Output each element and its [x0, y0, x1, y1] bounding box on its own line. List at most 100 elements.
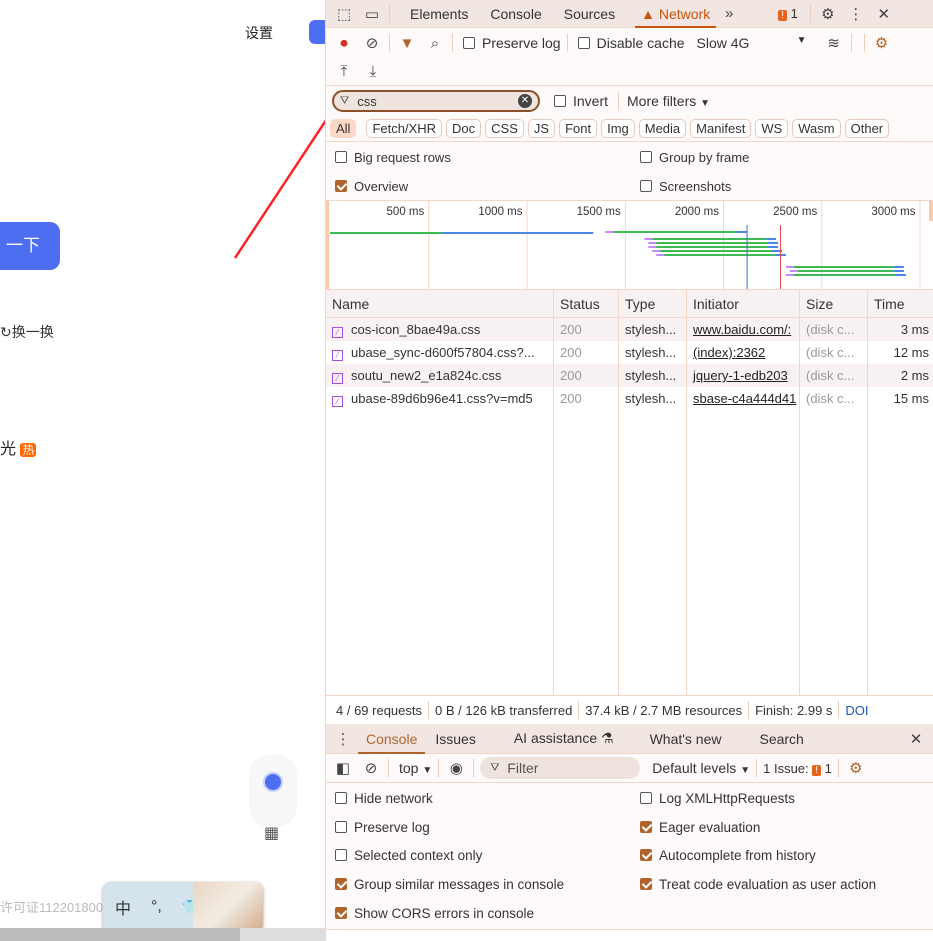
cell-size: (disk c... — [800, 341, 868, 364]
drawer-tab-whats-new[interactable]: What's new — [650, 731, 722, 747]
type-filter-ws[interactable]: WS — [755, 119, 789, 138]
cell-time: 3 ms — [868, 318, 933, 341]
column-status[interactable]: Status — [554, 290, 619, 319]
table-row[interactable]: ⁄ ubase-89d6b96e41.css?v=md5 200 stylesh...… — [326, 387, 933, 410]
cell-size: (disk c... — [800, 387, 868, 410]
disable-cache-checkbox[interactable]: Disable cache — [577, 35, 685, 51]
tab-sources[interactable]: Sources — [564, 6, 615, 22]
console-setting-checkbox[interactable]: Eager evaluation — [640, 820, 760, 835]
table-row[interactable]: ⁄ soutu_new2_e1a824c.css 200 stylesh... jque… — [326, 364, 933, 387]
sidebar-toggle-icon[interactable]: ◧ — [332, 757, 354, 779]
type-filter-img[interactable]: Img — [601, 119, 635, 138]
cell-initiator[interactable]: sbase-c4a444d41 — [687, 387, 800, 410]
more-filters-label: More filters — [627, 93, 697, 109]
network-options: Big request rows Group by frame Overview… — [326, 143, 933, 200]
column-size[interactable]: Size — [800, 290, 868, 319]
cell-initiator[interactable]: jquery-1-edb203 — [687, 364, 800, 387]
drawer-tab-search[interactable]: Search — [759, 731, 803, 747]
drawer-tab-console[interactable]: Console — [358, 724, 426, 754]
type-filter-media[interactable]: Media — [638, 119, 687, 138]
console-filter-input[interactable]: ⛛ Filter — [480, 757, 641, 779]
close-drawer-icon[interactable]: ✕ — [905, 728, 927, 750]
more-options-icon[interactable]: ⋮ — [845, 3, 867, 25]
console-setting-checkbox[interactable]: Treat code evaluation as user action — [640, 877, 876, 892]
type-filter-font[interactable]: Font — [559, 119, 598, 138]
stylesheet-icon: ⁄ — [332, 327, 343, 338]
web-page: 设置 一下 ↻换一换 光 热 ▦ 许可证1122018000 中 °, 👕 — [0, 0, 325, 941]
table-row[interactable]: ⁄ ubase_sync-d600f57804.css?... 200 stylesh… — [326, 341, 933, 364]
type-filter-fetchxhr[interactable]: Fetch/XHR — [366, 119, 443, 138]
console-setting-checkbox[interactable]: Group similar messages in console — [335, 877, 564, 892]
table-row[interactable]: ⁄ cos-icon_8bae49a.css 200 stylesh... www.ba… — [326, 318, 933, 341]
console-settings-icon[interactable]: ⚙ — [845, 757, 867, 779]
timeline-gridline — [919, 201, 921, 290]
type-filter-doc[interactable]: Doc — [446, 119, 482, 138]
console-setting-checkbox[interactable]: Preserve log — [335, 820, 430, 835]
clear-icon[interactable]: ⊘ — [361, 32, 383, 54]
filter-input[interactable]: ⛛ css ✕ — [332, 90, 540, 112]
console-setting-checkbox[interactable]: Show CORS errors in console — [335, 906, 534, 921]
group-frame-checkbox[interactable]: Group by frame — [640, 150, 749, 165]
network-settings-icon[interactable]: ⚙ — [871, 32, 893, 54]
console-setting-label: Eager evaluation — [659, 819, 761, 835]
cell-name-text: cos-icon_8bae49a.css — [351, 322, 481, 337]
tab-console[interactable]: Console — [490, 6, 541, 22]
console-setting-checkbox[interactable]: Log XMLHttpRequests — [640, 791, 795, 806]
search-icon[interactable]: ⌕ — [424, 32, 446, 54]
timeline-tick: 2000 ms — [674, 206, 719, 218]
type-filter-css[interactable]: CSS — [485, 119, 524, 138]
cell-size-text: (disk c... — [806, 368, 855, 383]
tab-network[interactable]: ▲ Network — [635, 0, 717, 28]
type-filter-manifest[interactable]: Manifest — [690, 119, 752, 138]
timeline-gridline — [428, 201, 430, 290]
console-setting-checkbox[interactable]: Selected context only — [335, 848, 482, 863]
console-setting-checkbox[interactable]: Hide network — [335, 791, 433, 806]
tab-elements[interactable]: Elements — [410, 6, 468, 22]
device-toolbar-icon[interactable]: ▭ — [361, 3, 383, 25]
export-har-icon[interactable]: ⤓ — [362, 60, 384, 82]
network-conditions-icon[interactable]: ≋ — [823, 32, 845, 54]
column-time[interactable]: Time — [868, 290, 933, 319]
network-overview[interactable]: 500 ms 1000 ms 1500 ms 2000 ms 2500 ms 3000 m… — [326, 200, 933, 290]
type-filter-other[interactable]: Other — [844, 119, 890, 138]
more-filters-dropdown[interactable]: More filters ▼ — [627, 93, 710, 109]
table-header: Name Status Type Initiator Size Time — [326, 289, 933, 319]
issues-badge[interactable]: ! 1 — [778, 6, 798, 21]
clear-console-icon[interactable]: ⊘ — [360, 757, 382, 779]
live-expression-eye-icon[interactable]: ◉ — [445, 757, 467, 779]
type-filter-wasm[interactable]: Wasm — [792, 119, 841, 138]
invert-checkbox[interactable]: Invert — [554, 93, 608, 109]
drawer-tab-issues[interactable]: Issues — [435, 731, 475, 747]
log-levels-dropdown[interactable]: Default levels ▼ — [652, 760, 750, 776]
settings-gear-icon[interactable]: ⚙ — [817, 3, 839, 25]
cell-name: ⁄ ubase-89d6b96e41.css?v=md5 — [326, 387, 554, 410]
drawer-menu-icon[interactable]: ⋮ — [332, 728, 354, 750]
cell-initiator[interactable]: (index):2362 — [687, 341, 800, 364]
drawer-tab-ai[interactable]: AI assistance ⚗ — [514, 730, 614, 747]
type-filter-js[interactable]: JS — [527, 119, 556, 138]
cell-name-text: ubase-89d6b96e41.css?v=md5 — [351, 391, 533, 406]
column-initiator[interactable]: Initiator — [687, 290, 800, 319]
column-name[interactable]: Name — [326, 290, 554, 319]
screenshots-checkbox[interactable]: Screenshots — [640, 179, 731, 194]
console-issues-button[interactable]: 1 Issue: ! 1 — [763, 761, 832, 776]
inspect-element-icon[interactable]: ⬚ — [333, 3, 355, 25]
throttle-select[interactable]: Slow 4G ▼ — [697, 35, 807, 51]
overview-checkbox[interactable]: Overview — [335, 179, 408, 194]
drawer-tab-ai-label: AI assistance — [513, 730, 598, 746]
type-filter-all[interactable]: All — [330, 119, 357, 138]
cell-initiator[interactable]: www.baidu.com/: — [687, 318, 800, 341]
import-har-icon[interactable]: ⤒ — [333, 60, 355, 82]
close-devtools-icon[interactable]: ✕ — [873, 3, 895, 25]
clear-filter-icon[interactable]: ✕ — [518, 94, 532, 108]
summary-requests: 4 / 69 requests — [336, 702, 422, 718]
column-type[interactable]: Type — [619, 290, 687, 319]
cell-initiator-text: www.baidu.com/: — [693, 322, 792, 337]
more-tabs-icon[interactable]: » — [718, 3, 740, 25]
big-rows-checkbox[interactable]: Big request rows — [335, 150, 451, 165]
preserve-log-checkbox[interactable]: Preserve log — [463, 35, 561, 51]
context-select[interactable]: top ▼ — [399, 760, 432, 776]
stop-recording-icon[interactable]: ⏺ — [333, 32, 355, 54]
console-setting-checkbox[interactable]: Autocomplete from history — [640, 848, 816, 863]
filter-icon[interactable]: ▼ — [396, 32, 418, 54]
